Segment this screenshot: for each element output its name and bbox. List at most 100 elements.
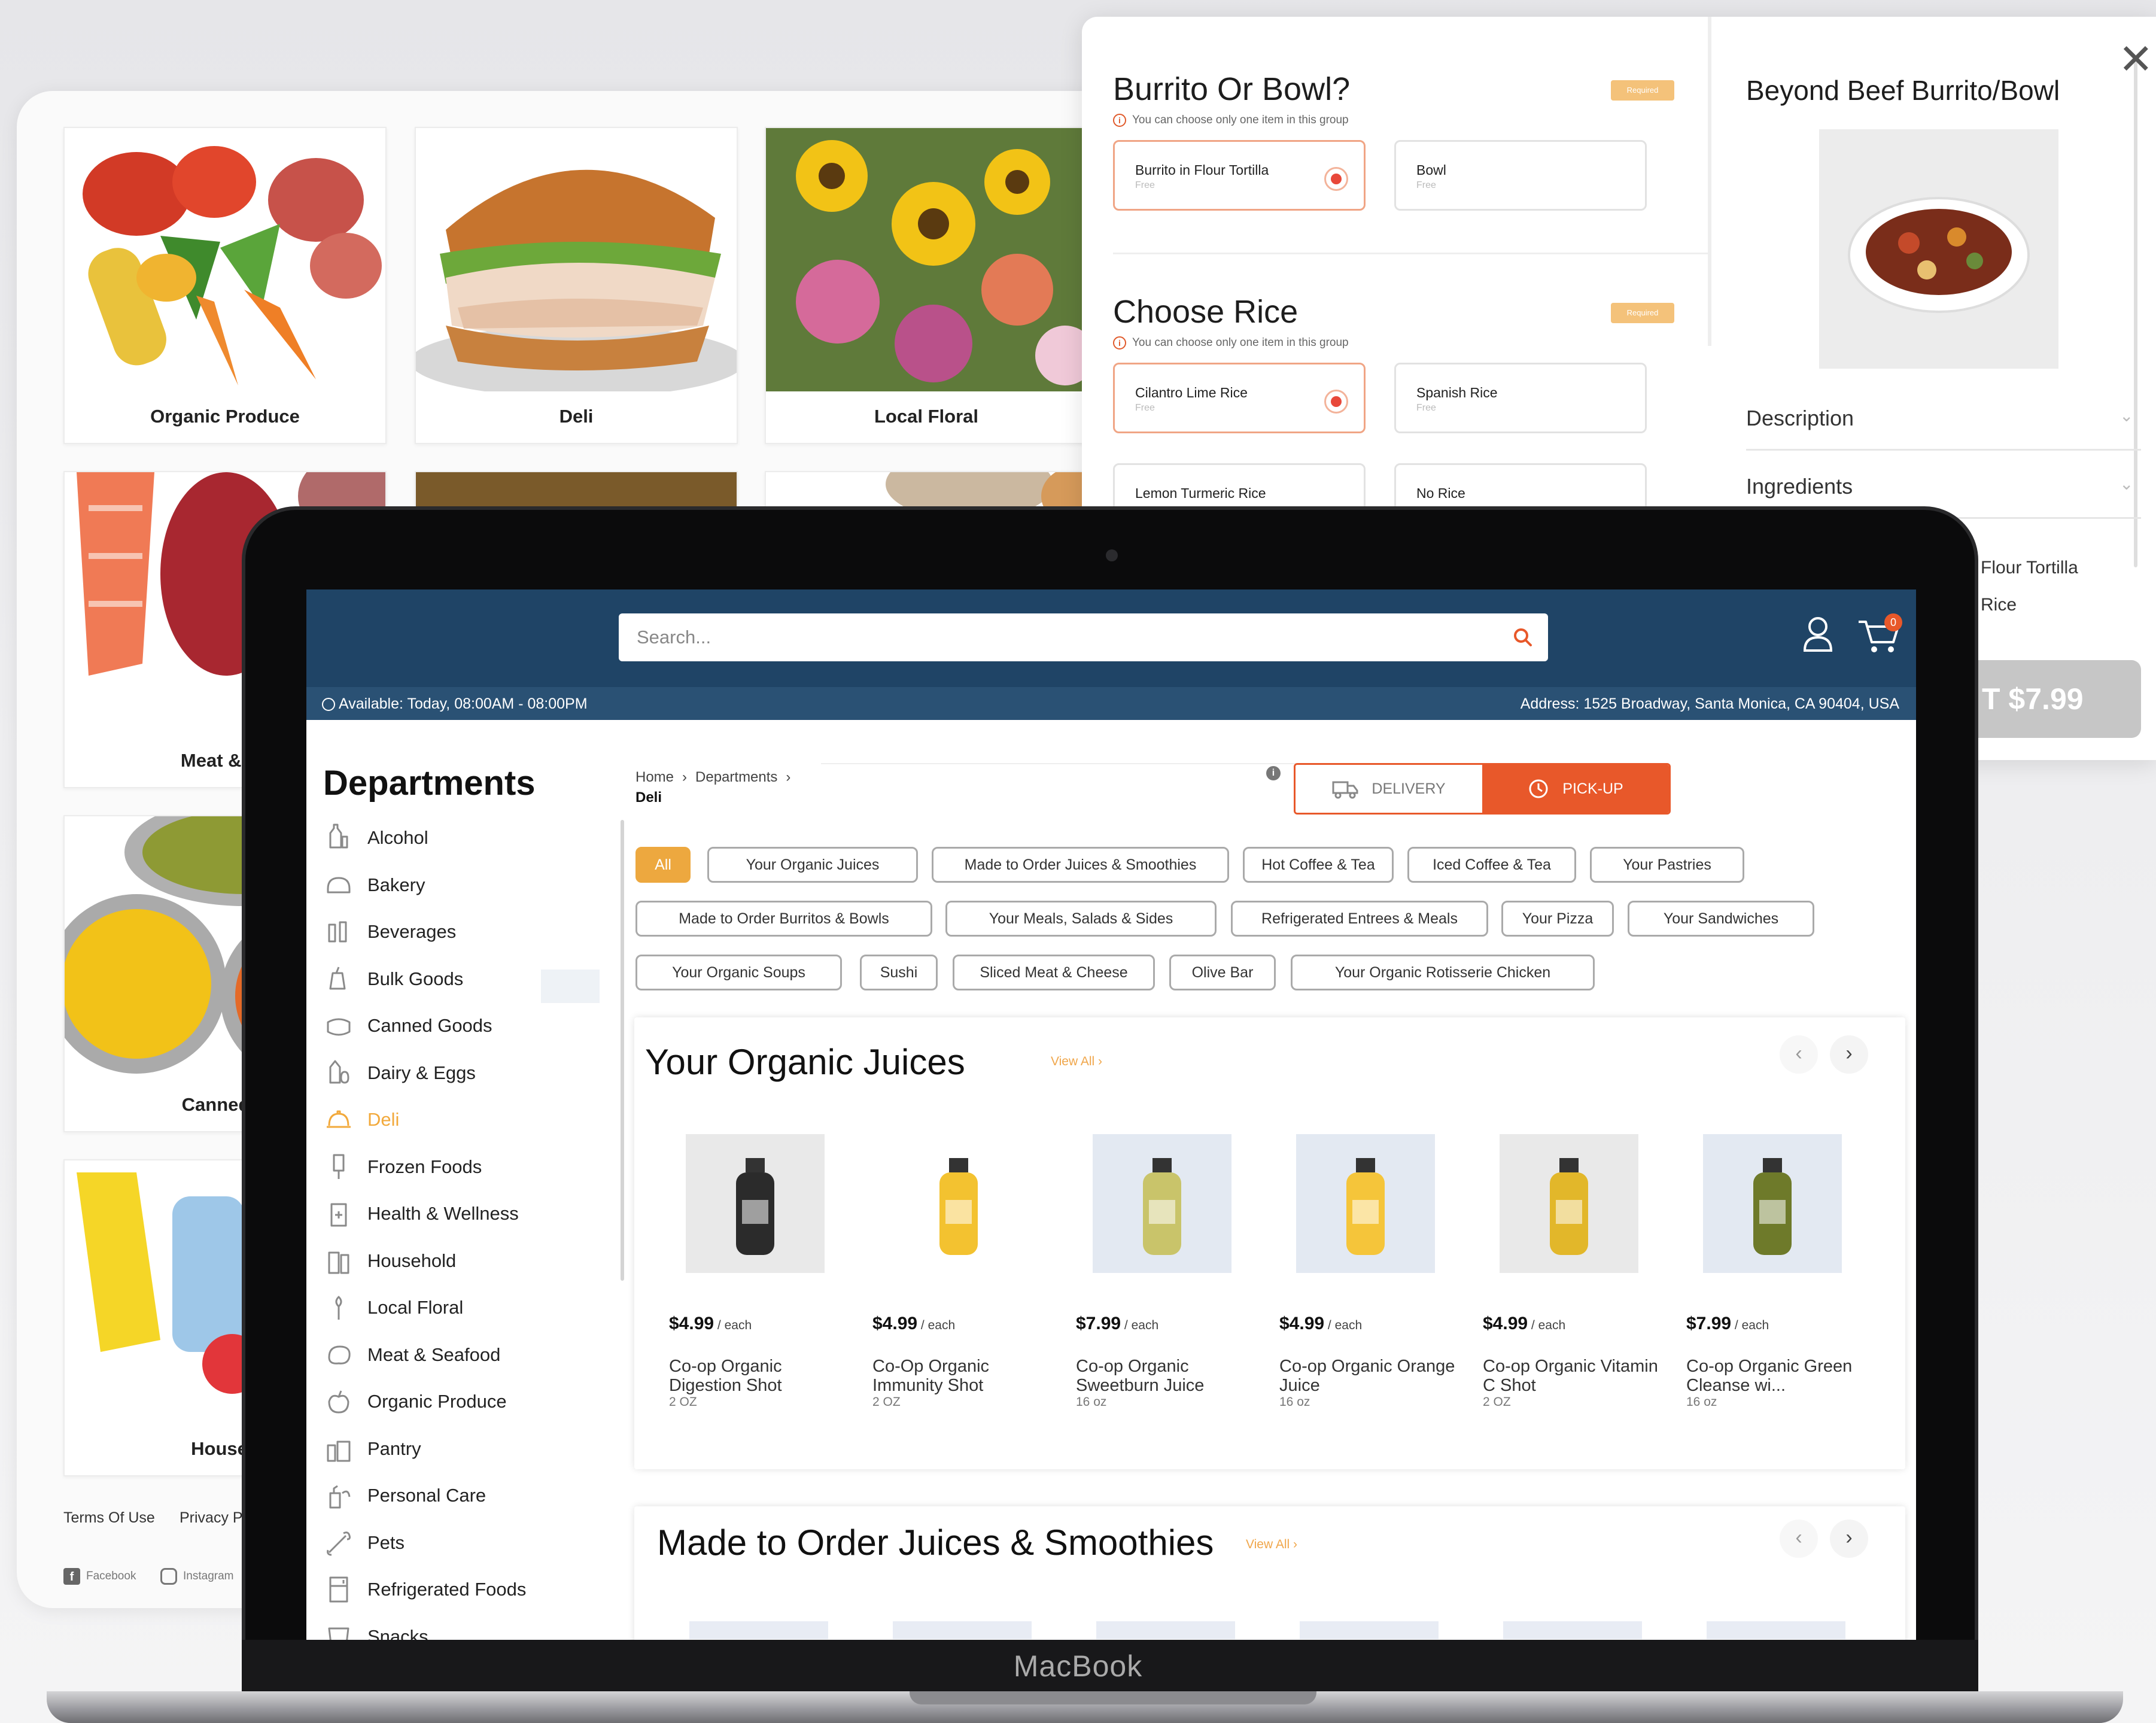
search-bar <box>619 613 1548 661</box>
option-bowl[interactable]: Bowl Free <box>1394 140 1647 211</box>
product-name[interactable]: Co-op Organic Digestion Shot <box>669 1357 855 1395</box>
product-name[interactable]: Co-op Organic Sweetburn Juice <box>1076 1357 1261 1395</box>
sidebar-item-deli[interactable]: Deli <box>324 1102 399 1138</box>
section-made-to-order-juices: Made to Order Juices & Smoothies View Al… <box>634 1506 1905 1640</box>
product-size: 16 oz <box>1076 1395 1107 1409</box>
modal-scrollbar[interactable] <box>2134 59 2137 567</box>
sidebar-item-bakery[interactable]: Bakery <box>324 867 425 903</box>
sidebar-item-alcohol[interactable]: Alcohol <box>324 820 428 856</box>
carousel-next-button[interactable]: › <box>1830 1520 1868 1558</box>
product-name[interactable]: Co-op Organic Green Cleanse wi... <box>1686 1357 1872 1395</box>
carousel-next-button[interactable]: › <box>1830 1035 1868 1074</box>
product-price: $4.99 / each <box>1483 1314 1566 1333</box>
product-name[interactable]: Co-op Organic Orange Juice <box>1279 1357 1465 1395</box>
chip-sushi[interactable]: Sushi <box>860 955 938 990</box>
fulfillment-toggle: DELIVERY PICK-UP <box>1294 763 1671 815</box>
chip-iced-coffee-tea[interactable]: Iced Coffee & Tea <box>1407 847 1576 883</box>
sidebar-item-bulk-goods[interactable]: Bulk Goods <box>324 961 463 997</box>
chip-refrigerated-entrees-meals[interactable]: Refrigerated Entrees & Meals <box>1231 901 1488 937</box>
info-icon[interactable]: i <box>1266 766 1281 780</box>
group-note: i You can choose only one item in this g… <box>1113 336 1349 350</box>
search-input[interactable] <box>637 613 1504 661</box>
sidebar-item-personal-care[interactable]: Personal Care <box>324 1478 486 1514</box>
view-all-link[interactable]: View All › <box>1246 1537 1297 1552</box>
chip-hot-coffee-tea[interactable]: Hot Coffee & Tea <box>1243 847 1394 883</box>
product-thumbnail-row <box>689 1621 1874 1639</box>
chip-sliced-meat-cheese[interactable]: Sliced Meat & Cheese <box>953 955 1155 990</box>
item-image <box>1819 129 2058 369</box>
instagram-link[interactable]: Instagram <box>160 1568 233 1585</box>
sidebar-item-dairy-eggs[interactable]: Dairy & Eggs <box>324 1055 476 1091</box>
search-icon[interactable] <box>1511 625 1535 649</box>
chip-all[interactable]: All <box>635 847 691 883</box>
product-image <box>1500 1134 1638 1273</box>
chevron-right-icon: › <box>682 769 688 785</box>
add-to-cart-button[interactable]: T $7.99 <box>1968 660 2141 738</box>
required-badge: Required <box>1611 80 1674 101</box>
sidebar-item-canned-goods[interactable]: Canned Goods <box>324 1008 492 1044</box>
sidebar-item-label: Beverages <box>367 921 457 942</box>
chip-your-organic-rotisserie-chicken[interactable]: Your Organic Rotisserie Chicken <box>1291 955 1595 990</box>
sidebar-item-frozen-foods[interactable]: Frozen Foods <box>324 1149 482 1185</box>
breadcrumb-home[interactable]: Home <box>635 769 674 786</box>
sidebar-item-beverages[interactable]: Beverages <box>324 914 456 950</box>
sidebar-item-pantry[interactable]: Pantry <box>324 1431 421 1467</box>
sidebar-item-label: Pets <box>367 1531 405 1553</box>
sidebar-item-label: Refrigerated Foods <box>367 1579 527 1600</box>
deli-sandwich-image <box>416 128 737 391</box>
chip-your-sandwiches[interactable]: Your Sandwiches <box>1628 901 1814 937</box>
group-note: i You can choose only one item in this g… <box>1113 114 1349 127</box>
privacy-link[interactable]: Privacy P <box>180 1509 243 1527</box>
delivery-option[interactable]: DELIVERY <box>1296 765 1482 813</box>
category-card-deli[interactable]: Deli <box>415 127 738 444</box>
chip-made-to-order-burritos-bowls[interactable]: Made to Order Burritos & Bowls <box>635 901 932 937</box>
chip-your-pastries[interactable]: Your Pastries <box>1590 847 1744 883</box>
sidebar-item-meat-seafood[interactable]: Meat & Seafood <box>324 1337 500 1373</box>
chip-your-organic-soups[interactable]: Your Organic Soups <box>635 955 842 990</box>
facebook-link[interactable]: f Facebook <box>63 1568 136 1585</box>
breadcrumb-departments[interactable]: Departments <box>695 769 777 786</box>
clock-icon <box>322 697 335 711</box>
chip-your-meals-salads-sides[interactable]: Your Meals, Salads & Sides <box>945 901 1217 937</box>
category-card-local-floral[interactable]: Local Floral <box>765 127 1088 444</box>
sidebar-item-organic-produce[interactable]: Organic Produce <box>324 1384 507 1420</box>
close-icon[interactable]: ✕ <box>2118 38 2154 80</box>
product-price: $7.99 / each <box>1076 1314 1159 1333</box>
bone-icon <box>327 1531 351 1555</box>
chip-your-organic-juices[interactable]: Your Organic Juices <box>707 847 918 883</box>
product-image <box>1296 1134 1435 1273</box>
chip-your-pizza[interactable]: Your Pizza <box>1501 901 1614 937</box>
sidebar-item-health-wellness[interactable]: Health & Wellness <box>324 1196 519 1232</box>
sidebar-item-refrigerated-foods[interactable]: Refrigerated Foods <box>324 1572 526 1607</box>
carousel-prev-button[interactable]: ‹ <box>1780 1035 1818 1074</box>
product-name[interactable]: Co-op Organic Vitamin C Shot <box>1483 1357 1668 1395</box>
chip-olive-bar[interactable]: Olive Bar <box>1169 955 1276 990</box>
truck-icon <box>1332 781 1358 799</box>
carousel-prev-button[interactable]: ‹ <box>1780 1520 1818 1558</box>
sidebar-item-household[interactable]: Household <box>324 1243 456 1279</box>
summary-line: Flour Tortilla <box>1981 558 2078 578</box>
description-accordion[interactable]: Description <box>1746 406 1854 431</box>
chip-made-to-order-juices-smoothies[interactable]: Made to Order Juices & Smoothies <box>932 847 1229 883</box>
option-burrito-in-flour-tortilla[interactable]: Burrito in Flour Tortilla Free <box>1113 140 1366 211</box>
pickup-option[interactable]: PICK-UP <box>1482 765 1669 813</box>
category-card-organic-produce[interactable]: Organic Produce <box>63 127 387 444</box>
ingredients-accordion[interactable]: Ingredients <box>1746 474 1853 499</box>
product-name[interactable]: Co-Op Organic Immunity Shot <box>872 1357 1058 1395</box>
sidebar-item-label: Alcohol <box>367 827 428 848</box>
sidebar-item-local-floral[interactable]: Local Floral <box>324 1290 463 1326</box>
terms-link[interactable]: Terms Of Use <box>63 1509 155 1527</box>
section-title: Your Organic Juices <box>645 1042 965 1082</box>
user-icon[interactable] <box>1800 613 1836 655</box>
section-divider <box>1746 449 2141 451</box>
sidebar-scrollbar[interactable] <box>621 820 624 1281</box>
sidebar-item-pets[interactable]: Pets <box>324 1525 405 1561</box>
sidebar-item-label: Health & Wellness <box>367 1203 519 1224</box>
sidebar-item-snacks[interactable]: Snacks <box>324 1619 428 1640</box>
availability: Available: Today, 08:00AM - 08:00PM <box>322 695 588 713</box>
organic-produce-image <box>65 128 385 391</box>
option-spanish-rice[interactable]: Spanish Rice Free <box>1394 363 1647 433</box>
soap-icon <box>329 1485 351 1509</box>
view-all-link[interactable]: View All › <box>1051 1055 1102 1069</box>
option-cilantro-lime-rice[interactable]: Cilantro Lime Rice Free <box>1113 363 1366 433</box>
